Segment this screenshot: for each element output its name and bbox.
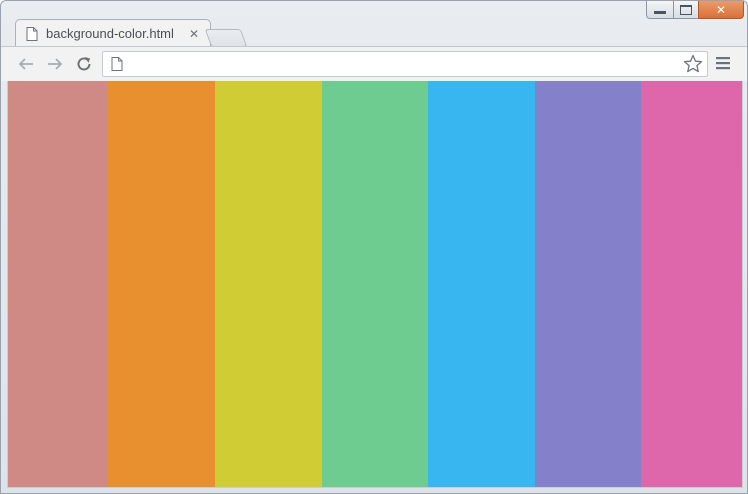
stripe-5: [428, 81, 535, 487]
reload-icon: [77, 57, 91, 71]
stripe-1: [8, 81, 108, 487]
minimize-button[interactable]: [646, 1, 674, 19]
stripe-3: [215, 81, 322, 487]
menu-button[interactable]: [715, 55, 731, 71]
new-tab-button[interactable]: [204, 29, 248, 47]
page-icon: [26, 26, 38, 41]
tab-title: background-color.html: [46, 26, 174, 41]
maximize-button[interactable]: [673, 1, 699, 19]
bookmark-button[interactable]: [683, 54, 703, 74]
stripe-4: [322, 81, 428, 487]
close-icon: ✕: [715, 2, 727, 17]
close-window-button[interactable]: ✕: [698, 1, 744, 19]
minimize-icon: [654, 11, 666, 14]
stripe-6: [535, 81, 641, 487]
star-icon: [683, 54, 703, 73]
browser-window: ✕ background-color.html ✕: [0, 0, 748, 494]
stripe-2: [108, 81, 215, 487]
back-arrow-icon: [18, 58, 33, 70]
toolbar: [1, 46, 747, 81]
tab-background-color[interactable]: background-color.html ✕: [15, 19, 211, 47]
stripe-7: [641, 81, 742, 487]
maximize-icon: [680, 4, 692, 15]
page-content: [7, 81, 743, 488]
address-bar[interactable]: [102, 51, 708, 77]
window-controls: ✕: [646, 1, 747, 20]
forward-arrow-icon: [48, 58, 63, 70]
page-icon: [111, 57, 123, 71]
reload-button[interactable]: [73, 54, 95, 74]
hamburger-menu-icon: [716, 57, 730, 70]
tab-close-button[interactable]: ✕: [186, 26, 202, 42]
back-button[interactable]: [15, 54, 37, 74]
forward-button[interactable]: [44, 54, 66, 74]
